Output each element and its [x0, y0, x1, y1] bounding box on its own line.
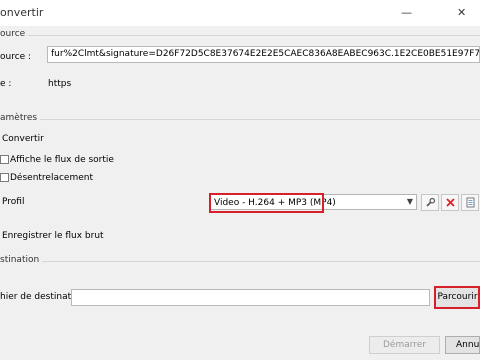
params-group-divider: [0, 119, 480, 120]
show-output-label: Affiche le flux de sortie: [10, 155, 114, 165]
wrench-icon: [425, 197, 435, 207]
show-output-checkbox[interactable]: [0, 155, 9, 164]
profile-label: Profil: [2, 197, 25, 207]
delete-profile-button[interactable]: [441, 194, 459, 211]
source-group-label: ource: [0, 29, 29, 39]
source-type-value: https: [48, 79, 72, 89]
source-url-input[interactable]: fur%2Clmt&signature=D26F72D5C8E37674E2E2…: [47, 46, 480, 63]
source-group-divider: [0, 35, 480, 36]
chevron-down-icon: ▼: [406, 197, 413, 206]
list-icon: [466, 197, 474, 208]
profile-highlight-box: [209, 193, 324, 213]
source-field-label: ource :: [0, 52, 32, 62]
browse-highlight-box: [434, 286, 480, 309]
start-button[interactable]: Démarrer: [369, 336, 440, 354]
destination-file-input[interactable]: [71, 289, 430, 306]
minimize-button[interactable]: —: [401, 6, 412, 20]
convert-radio-label[interactable]: Convertir: [2, 134, 44, 144]
params-group-label: amètres: [0, 113, 41, 123]
close-button[interactable]: ✕: [457, 6, 466, 20]
cancel-button[interactable]: Annule: [445, 336, 480, 354]
destination-group-divider: [0, 261, 480, 262]
red-x-icon: [445, 198, 455, 207]
source-type-label: e :: [0, 79, 12, 89]
dump-raw-label[interactable]: Enregistrer le flux brut: [2, 231, 104, 241]
window-title: onvertir: [0, 6, 44, 19]
deinterlace-label: Désentrelacement: [10, 173, 94, 183]
deinterlace-checkbox[interactable]: [0, 173, 9, 182]
new-profile-button[interactable]: [461, 194, 479, 211]
destination-group-label: stination: [0, 255, 43, 265]
edit-profile-button[interactable]: [421, 194, 439, 211]
